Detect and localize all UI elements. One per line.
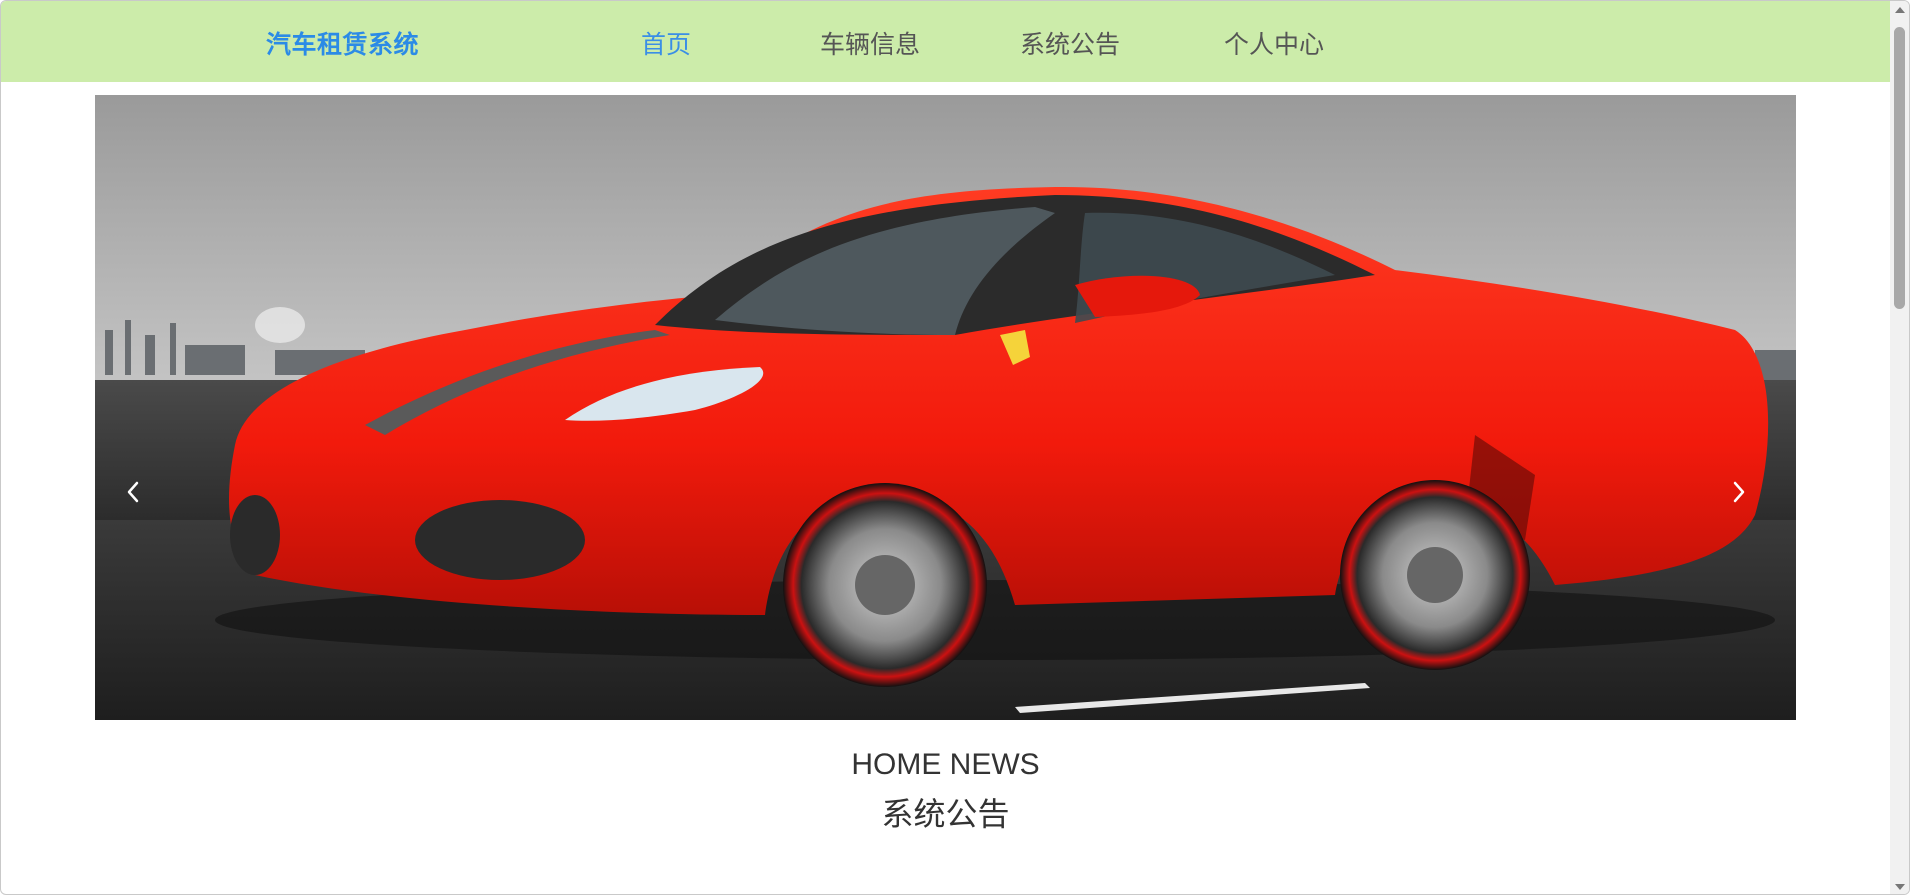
site-brand[interactable]: 汽车租赁系统 (266, 25, 419, 61)
nav-announcements[interactable]: 系统公告 (1020, 25, 1120, 61)
vertical-scrollbar[interactable] (1890, 1, 1909, 894)
browser-viewport: 汽车租赁系统 首页 车辆信息 系统公告 个人中心 HOME NEWS 系统公告 (0, 0, 1910, 895)
section-title-en: HOME NEWS (851, 748, 1040, 781)
nav-home[interactable]: 首页 (641, 25, 691, 61)
scrollbar-thumb[interactable] (1894, 27, 1905, 309)
top-navbar: 汽车租赁系统 首页 车辆信息 系统公告 个人中心 (1, 1, 1890, 82)
carousel-prev-button[interactable] (125, 480, 159, 524)
scroll-down-icon[interactable] (1895, 884, 1905, 890)
section-title-zh: 系统公告 (881, 795, 1010, 833)
scroll-up-icon[interactable] (1895, 7, 1905, 13)
hero-carousel[interactable] (95, 95, 1796, 720)
nav-vehicle-info[interactable]: 车辆信息 (820, 25, 920, 61)
carousel-slide-image (95, 95, 1796, 720)
carousel-next-button[interactable] (1731, 480, 1765, 524)
nav-profile[interactable]: 个人中心 (1224, 25, 1324, 61)
